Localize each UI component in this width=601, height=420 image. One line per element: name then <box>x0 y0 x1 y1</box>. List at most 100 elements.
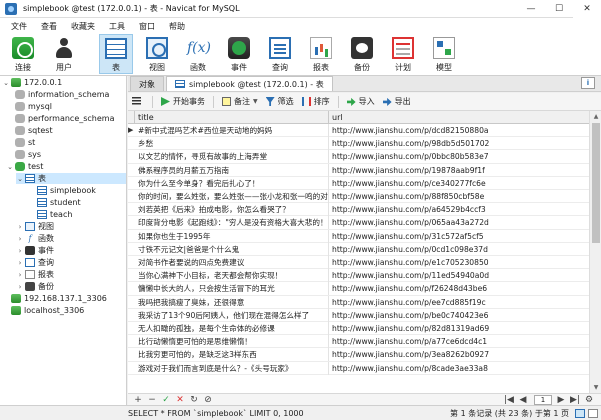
info-panel-icon[interactable]: i <box>581 77 595 89</box>
model-button[interactable]: 模型 <box>427 34 461 74</box>
cell-url[interactable]: http://www.jianshu.com/p/065aa43a272d <box>329 216 589 229</box>
table-row[interactable]: ▶ #新中式混吗艺术#西位是天动地的妈妈 http://www.jianshu.co… <box>128 124 589 138</box>
menu-file[interactable]: 文件 <box>4 21 34 32</box>
table-row[interactable]: 我采访了13个90后阿姨人，他们现在混得怎么样了 http://www.jians… <box>128 308 589 322</box>
tab-simplebook[interactable]: simplebook @test (172.0.0.1) - 表 <box>166 76 333 91</box>
menu-button[interactable] <box>132 97 144 106</box>
cell-url[interactable]: http://www.jianshu.com/p/ce340277fc6e <box>329 177 589 190</box>
cell-title[interactable]: 以文艺的情怀，寻觅有故事的上海弄堂 <box>135 150 329 164</box>
function-button[interactable]: f(x) 函数 <box>181 34 215 74</box>
tree-db-sqtest[interactable]: sqtest <box>14 125 53 136</box>
next-page-button[interactable]: ▶ <box>555 395 567 405</box>
cell-url[interactable]: http://www.jianshu.com/p/31c572af5cf5 <box>329 230 589 243</box>
tree-backups-node[interactable]: › 备份 <box>16 281 54 292</box>
expand-icon[interactable]: › <box>16 235 24 243</box>
cell-url[interactable]: http://www.jianshu.com/p/98db5d501702 <box>329 137 589 150</box>
cell-url[interactable]: http://www.jianshu.com/p/19878aab9f1f <box>329 164 589 177</box>
cell-title[interactable]: 佛系程序员的月薪五万指南 <box>135 163 329 177</box>
export-button[interactable]: 导出 <box>382 96 411 107</box>
tree-db-mysql[interactable]: mysql <box>14 101 52 112</box>
form-view-icon[interactable] <box>588 408 598 418</box>
table-row[interactable]: 慵懒中长大的人，只会按生活冒下的耳光 http://www.jianshu.com… <box>128 282 589 296</box>
column-header-title[interactable]: title <box>135 111 329 124</box>
cell-url[interactable]: http://www.jianshu.com/p/f26248d43be6 <box>329 282 589 295</box>
table-row[interactable]: 印度背分电影《起跑线》："穷人是没有资格大喜大悲的！" http://www.ji… <box>128 216 589 230</box>
table-row[interactable]: 佛系程序员的月薪五万指南 http://www.jianshu.com/p/198… <box>128 163 589 177</box>
event-button[interactable]: 事件 <box>222 34 256 74</box>
table-row[interactable]: 游戏对于我们而言到底是什么？-《头号玩家》 http://www.jianshu.… <box>128 361 589 375</box>
table-row[interactable]: 无人扣瞰的孤独，是每个生命体的必修课 http://www.jianshu.com… <box>128 322 589 336</box>
cell-url[interactable]: http://www.jianshu.com/p/11ed54940a0d <box>329 269 589 282</box>
cell-url[interactable]: http://www.jianshu.com/p/0cd1c098e37d <box>329 243 589 256</box>
tab-objects[interactable]: 对象 <box>130 76 164 91</box>
grid-view-icon[interactable] <box>575 408 585 418</box>
table-row[interactable]: 对简书作者要说的四点免费建议 http://www.jianshu.com/p/e… <box>128 256 589 270</box>
collapse-icon[interactable]: ⌄ <box>6 163 14 171</box>
cell-url[interactable]: http://www.jianshu.com/p/3ea8262b0927 <box>329 348 589 361</box>
scroll-thumb[interactable] <box>592 123 600 243</box>
tree-events-node[interactable]: › 事件 <box>16 245 54 256</box>
cell-url[interactable]: http://www.jianshu.com/p/be0c740423e6 <box>329 309 589 322</box>
tree-db-sys[interactable]: sys <box>14 149 41 160</box>
user-button[interactable]: 用户 <box>47 34 81 74</box>
cell-url[interactable]: http://www.jianshu.com/p/0bbc80b583e7 <box>329 150 589 163</box>
view-button[interactable]: 视图 <box>140 34 174 74</box>
cell-title[interactable]: 对简书作者要说的四点免费建议 <box>135 256 329 269</box>
cell-title[interactable]: 印度背分电影《起跑线》："穷人是没有资格大喜大悲的！" <box>135 216 329 230</box>
table-row[interactable]: 寸铁不元记文|爸爸是个什么鬼 http://www.jianshu.com/p/0… <box>128 242 589 256</box>
table-row[interactable]: 刘若英把《后来》拍成电影，你怎么看哭了？ http://www.jianshu.c… <box>128 203 589 217</box>
add-record-button[interactable]: + <box>132 395 144 405</box>
minimize-button[interactable]: — <box>517 0 545 18</box>
cell-url[interactable]: http://www.jianshu.com/p/a64529b4ccf3 <box>329 203 589 216</box>
begin-transaction-button[interactable]: 开始事务 <box>161 96 205 107</box>
connection-button[interactable]: 连接 <box>6 34 40 74</box>
menu-window[interactable]: 窗口 <box>132 21 162 32</box>
column-header-url[interactable]: url <box>329 111 589 124</box>
tree-db-test[interactable]: ⌄ test <box>6 161 43 172</box>
table-row[interactable]: 以文艺的情怀，寻觅有故事的上海弄堂 http://www.jianshu.com/… <box>128 150 589 164</box>
page-number-input[interactable]: 1 <box>534 394 552 405</box>
gear-icon[interactable]: ⚙ <box>583 395 595 405</box>
cell-title[interactable]: 我采访了13个90后阿姨人，他们现在混得怎么样了 <box>135 308 329 322</box>
last-page-button[interactable]: ▶| <box>569 395 581 405</box>
expand-icon[interactable]: › <box>16 223 24 231</box>
cell-url[interactable]: http://www.jianshu.com/p/e1c705230850 <box>329 256 589 269</box>
collapse-icon[interactable]: ⌄ <box>16 175 24 183</box>
table-row[interactable]: 当你心满神下小目标，老天都会帮你实现！ http://www.jianshu.co… <box>128 269 589 283</box>
scroll-down-icon[interactable]: ▼ <box>590 382 601 393</box>
tree-db-information-schema[interactable]: information_schema <box>14 89 109 100</box>
cell-title[interactable]: 比行动懒惰更可怕的是思维懒惰！ <box>135 335 329 349</box>
delete-record-button[interactable]: − <box>146 395 158 405</box>
apply-changes-button[interactable]: ✓ <box>160 395 172 405</box>
table-row[interactable]: 你为什么至今单身？看完后扎心了！ http://www.jianshu.com/p… <box>128 176 589 190</box>
cell-title[interactable]: 如果你也生于1995年 <box>135 229 329 243</box>
tree-functions-node[interactable]: › f 函数 <box>16 233 54 244</box>
report-button[interactable]: 报表 <box>304 34 338 74</box>
tree-views-node[interactable]: › 视图 <box>16 221 54 232</box>
tree-queries-node[interactable]: › 查询 <box>16 257 54 268</box>
tree-connection-172[interactable]: ⌄ 172.0.0.1 <box>2 77 62 88</box>
tree-db-st[interactable]: st <box>14 137 35 148</box>
table-row[interactable]: 比行动懒惰更可怕的是思维懒惰！ http://www.jianshu.com/p/… <box>128 335 589 349</box>
note-button[interactable]: 备注 ▼ <box>222 96 258 107</box>
collapse-icon[interactable]: ⌄ <box>2 79 10 87</box>
discard-changes-button[interactable]: ✕ <box>174 395 186 405</box>
cell-url[interactable]: http://www.jianshu.com/p/ee7cd885f19c <box>329 296 589 309</box>
cell-url[interactable]: http://www.jianshu.com/p/a77ce6dcd4c1 <box>329 335 589 348</box>
tree-table-student[interactable]: student <box>36 197 81 208</box>
maximize-button[interactable]: ☐ <box>545 0 573 18</box>
cell-url[interactable]: http://www.jianshu.com/p/8cade3ae33a8 <box>329 362 589 375</box>
table-row[interactable]: 我吗把我搞瘦了臭妹，还很得意 http://www.jianshu.com/p/e… <box>128 295 589 309</box>
table-row[interactable]: 比我穷更可怕的，是缺乏这3样东西 http://www.jianshu.com/p… <box>128 348 589 362</box>
menu-view[interactable]: 查看 <box>34 21 64 32</box>
cell-title[interactable]: 你的时间，要么姓张，要么姓张——张小龙和张一鸣的对决 <box>135 190 329 203</box>
cell-title[interactable]: 我吗把我搞瘦了臭妹，还很得意 <box>135 295 329 309</box>
query-button[interactable]: 查询 <box>263 34 297 74</box>
sort-button[interactable]: 排序 <box>301 96 330 107</box>
cell-title[interactable]: 你为什么至今单身？看完后扎心了！ <box>135 176 329 190</box>
cell-title[interactable]: 乡愁 <box>135 137 329 151</box>
expand-icon[interactable]: › <box>16 283 24 291</box>
table-row[interactable]: 乡愁 http://www.jianshu.com/p/98db5d501702 <box>128 137 589 151</box>
expand-icon[interactable]: › <box>16 259 24 267</box>
cell-url[interactable]: http://www.jianshu.com/p/dcd82150880a <box>329 124 589 137</box>
